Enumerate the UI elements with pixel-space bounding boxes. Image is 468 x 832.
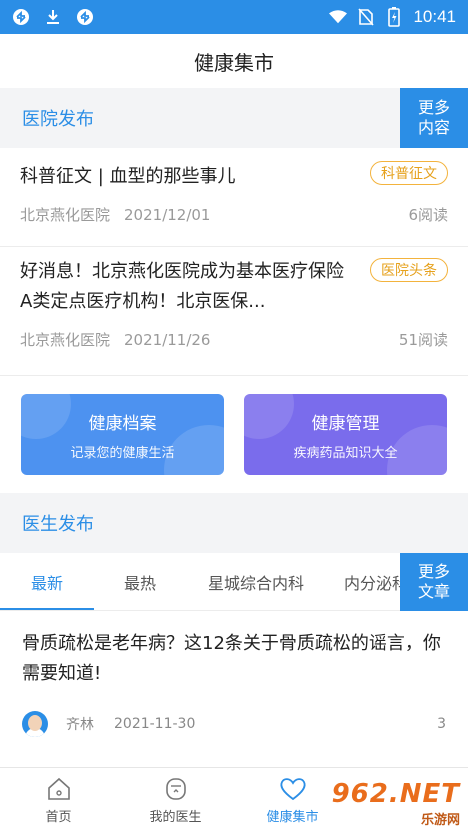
news-meta: 北京燕化医院 2021/11/26 51阅读 xyxy=(20,329,448,350)
article-count: 3 xyxy=(437,716,446,732)
tab-hottest[interactable]: 最热 xyxy=(94,553,186,610)
feature-cards: 健康档案 记录您的健康生活 健康管理 疾病药品知识大全 xyxy=(0,376,468,493)
card-subtitle: 记录您的健康生活 xyxy=(70,445,175,461)
news-meta: 北京燕化医院 2021/12/01 6阅读 xyxy=(20,204,448,225)
article-item[interactable]: 骨质疏松是老年病？这12条关于骨质疏松的谣言，你需要知道! 齐林 2021-11… xyxy=(0,611,468,767)
news-tag: 医院头条 xyxy=(370,258,448,282)
nav-label: 首页 xyxy=(45,810,72,825)
status-time: 10:41 xyxy=(413,7,456,26)
wifi-icon xyxy=(329,8,348,26)
doctor-section-header: 医生发布 xyxy=(0,493,468,553)
health-management-card[interactable]: 健康管理 疾病药品知识大全 xyxy=(244,394,447,475)
no-sim-icon xyxy=(357,8,375,26)
news-reads: 6阅读 xyxy=(408,206,448,224)
card-subtitle: 疾病药品知识大全 xyxy=(293,445,398,461)
status-bar: 10:41 xyxy=(0,0,468,34)
news-source: 北京燕化医院 xyxy=(20,206,111,224)
sync-icon xyxy=(76,8,94,26)
download-icon xyxy=(44,8,62,26)
battery-icon xyxy=(385,7,403,27)
article-author: 齐林 xyxy=(66,717,94,733)
article-date: 2021-11-30 xyxy=(114,716,196,732)
tab-latest[interactable]: 最新 xyxy=(0,553,94,610)
sync-icon xyxy=(12,8,30,26)
section-title: 医生发布 xyxy=(22,514,94,535)
card-title: 健康档案 xyxy=(88,413,157,434)
news-tag: 科普征文 xyxy=(370,161,448,185)
news-item[interactable]: 好消息！北京燕化医院成为基本医疗保险A类定点医疗机构！北京医保... 医院头条 … xyxy=(0,247,468,376)
watermark-top: 962.NET xyxy=(331,779,460,809)
avatar xyxy=(22,711,48,737)
home-icon xyxy=(47,777,70,800)
hospital-news-list: 科普征文 | 血型的那些事儿 科普征文 北京燕化医院 2021/12/01 6阅… xyxy=(0,148,468,376)
section-title: 医院发布 xyxy=(22,109,94,130)
page-title: 健康集市 xyxy=(0,34,468,88)
news-item[interactable]: 科普征文 | 血型的那些事儿 科普征文 北京燕化医院 2021/12/01 6阅… xyxy=(0,148,468,247)
more-content-button[interactable]: 更多 内容 xyxy=(400,88,468,148)
article-title: 骨质疏松是老年病？这12条关于骨质疏松的谣言，你需要知道! xyxy=(22,633,441,684)
tab-general-medicine[interactable]: 星城综合内科 xyxy=(186,553,326,610)
hospital-section-header: 医院发布 xyxy=(0,88,468,148)
article-meta: 齐林 2021-11-30 3 xyxy=(22,711,446,737)
more-articles-button[interactable]: 更多 文章 xyxy=(400,553,468,611)
doctor-tabs: 最新 最热 星城综合内科 内分泌科 xyxy=(0,553,468,611)
nav-home[interactable]: 首页 xyxy=(0,768,117,832)
card-title: 健康管理 xyxy=(311,413,380,434)
health-record-card[interactable]: 健康档案 记录您的健康生活 xyxy=(21,394,224,475)
watermark-logo: 962.NET 乐游网 xyxy=(332,779,460,828)
doctor-icon xyxy=(165,778,186,800)
news-date: 2021/12/01 xyxy=(124,205,211,224)
nav-my-doctor[interactable]: 我的医生 xyxy=(117,768,234,832)
news-reads: 51阅读 xyxy=(398,331,448,349)
heart-icon xyxy=(279,778,306,801)
news-source: 北京燕化医院 xyxy=(20,331,111,349)
nav-label: 健康集市 xyxy=(266,810,319,825)
news-date: 2021/11/26 xyxy=(124,330,211,349)
nav-label: 我的医生 xyxy=(149,810,202,825)
watermark-bottom: 乐游网 xyxy=(420,813,460,828)
